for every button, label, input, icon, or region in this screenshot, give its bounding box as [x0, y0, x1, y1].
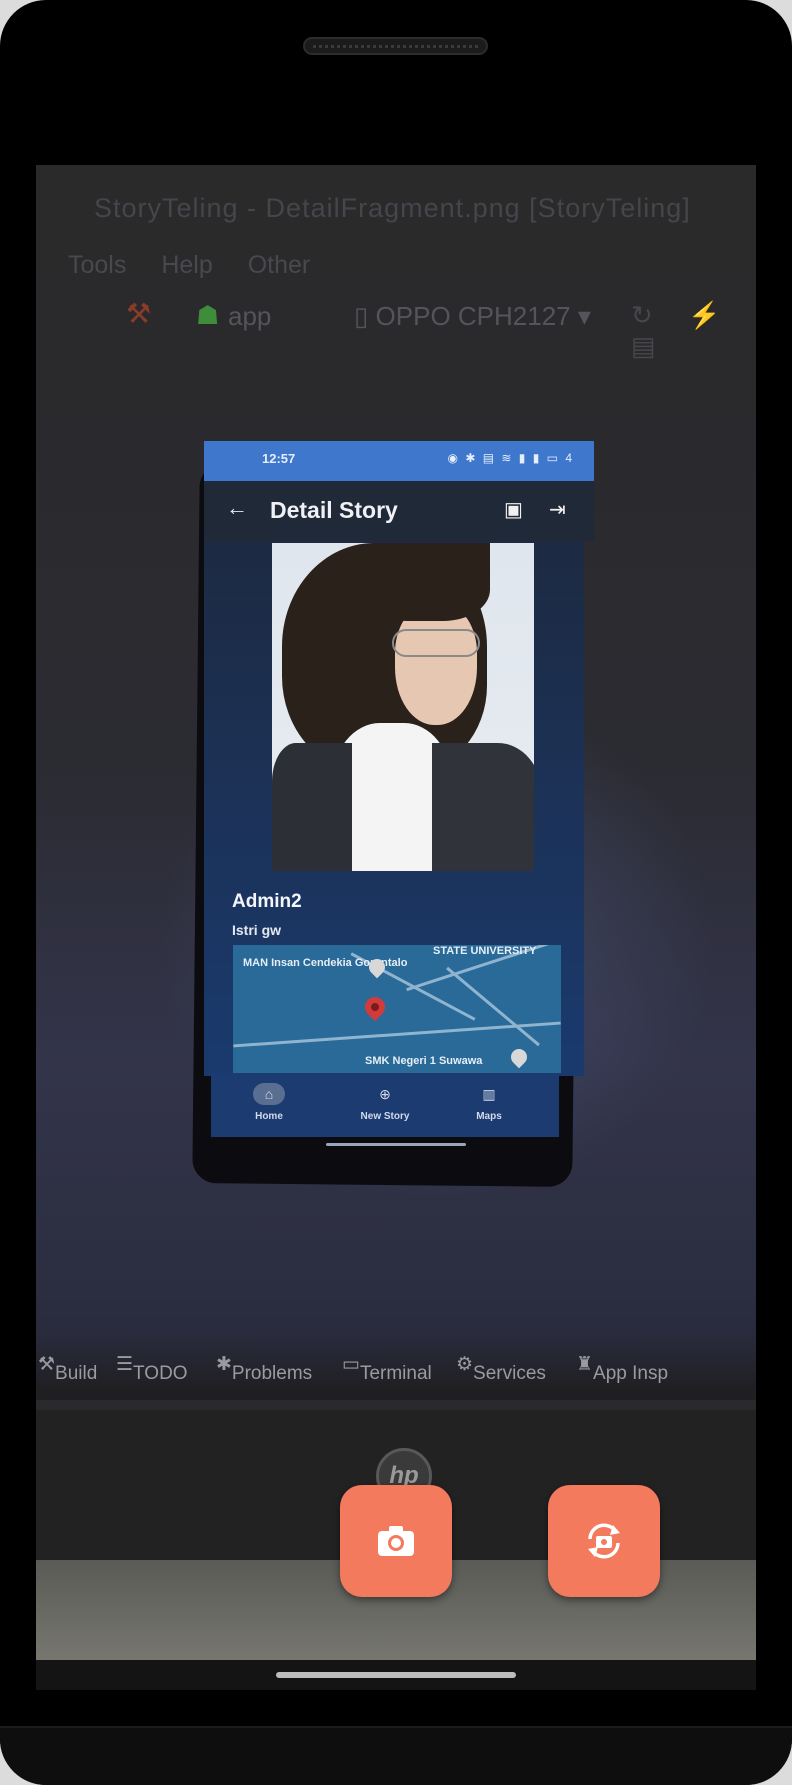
device-name: OPPO CPH2127 [375, 301, 571, 331]
status-icons: ◉ ✱ ▤ ≋ ▮ ▮ ▭ 4 [447, 451, 574, 465]
ide-tab-terminal: ▭ Terminal [342, 1354, 432, 1384]
photo-jacket-left [272, 743, 352, 871]
photo-bangs [372, 543, 490, 621]
device-chin [0, 1726, 792, 1785]
photo-glasses [392, 629, 480, 657]
photo-face [395, 605, 477, 725]
ide-window-title: StoryTeling - DetailFragment.png [StoryT… [94, 193, 691, 223]
device-frame: StoryTeling - DetailFragment.png [StoryT… [0, 0, 792, 1785]
phone-bottom-nav: ⌂ Home ⊕ New Story ▥ Maps [211, 1073, 559, 1137]
nav-maps: ▥ Maps [439, 1073, 539, 1137]
ide-bottom-tool-tabs: ⚒ Build ☰ TODO ✱ Problems ▭ Terminal ⚙ S… [36, 1343, 756, 1391]
ide-menu-item: Tools [68, 251, 127, 279]
ide-tab-problems: ✱ Problems [216, 1354, 313, 1384]
ide-tab-build: ⚒ Build [38, 1354, 98, 1384]
camera-switch-icon [588, 1523, 620, 1559]
story-photo [272, 543, 534, 871]
ide-menu-item: Help [161, 251, 213, 279]
map-poi-icon [507, 1045, 531, 1069]
ide-toolbar-icons: ↻ ⚡ ▤ [631, 300, 735, 361]
ide-tab-label: Services [473, 1363, 546, 1384]
nav-label: Home [255, 1111, 283, 1122]
home-indicator[interactable] [276, 1672, 516, 1678]
ide-menu-bar: Tools Help Other [68, 251, 338, 280]
map-icon: ▥ [482, 1086, 496, 1102]
map-road [446, 966, 540, 1047]
logout-icon: ⇥ [549, 499, 566, 521]
capture-button[interactable] [340, 1485, 452, 1597]
ide-tab-label: Build [55, 1363, 98, 1384]
android-icon: ☗ [196, 300, 220, 330]
nav-label: Maps [476, 1111, 502, 1122]
switch-camera-button[interactable] [548, 1485, 660, 1597]
earpiece-speaker [303, 37, 488, 55]
phone-app-bar: ← Detail Story ▣ ⇥ [204, 481, 594, 541]
ide-tab-todo: ☰ TODO [116, 1354, 188, 1384]
language-icon: ▣ [504, 499, 523, 521]
ide-tab-services: ⚙ Services [456, 1354, 546, 1384]
build-hammer-icon: ⚒ [126, 298, 152, 329]
story-map: MAN Insan Cendekia Gorontalo STATE UNIVE… [233, 945, 561, 1073]
ide-status-strip [36, 1400, 756, 1410]
story-description: Istri gw [232, 922, 282, 938]
ide-tab-label: App Insp [593, 1363, 669, 1384]
map-label: SMK Negeri 1 Suwawa [365, 1055, 483, 1067]
phone-home-bar [326, 1143, 466, 1146]
add-circle-icon: ⊕ [379, 1086, 391, 1102]
run-config-select: app [228, 301, 272, 331]
nav-label: New Story [360, 1111, 410, 1122]
map-road [233, 1021, 561, 1048]
home-icon: ⌂ [253, 1083, 285, 1105]
device-select: ▯ OPPO CPH2127 ▾ [354, 301, 591, 331]
map-label: STATE UNIVERSITY [433, 945, 537, 957]
ide-tab-label: Problems [231, 1363, 313, 1384]
camera-preview: StoryTeling - DetailFragment.png [StoryT… [36, 165, 756, 1660]
story-author: Admin2 [232, 891, 302, 912]
nav-home: ⌂ Home [219, 1073, 319, 1137]
app-title: Detail Story [270, 497, 398, 523]
location-pin-icon [360, 992, 390, 1022]
ide-menu-item: Other [247, 251, 311, 279]
camera-icon [378, 1526, 414, 1556]
ide-tab-app-inspection: ♜ App Insp [576, 1354, 669, 1384]
ide-tab-label: TODO [133, 1363, 188, 1384]
arrow-back-icon: ← [226, 495, 248, 520]
nav-new-story: ⊕ New Story [335, 1073, 435, 1137]
photo-jacket-right [432, 743, 534, 871]
phone-status-bar: 12:57 ◉ ✱ ▤ ≋ ▮ ▮ ▭ 4 [204, 441, 594, 481]
status-time: 12:57 [262, 451, 296, 466]
ide-tab-label: Terminal [359, 1363, 432, 1384]
